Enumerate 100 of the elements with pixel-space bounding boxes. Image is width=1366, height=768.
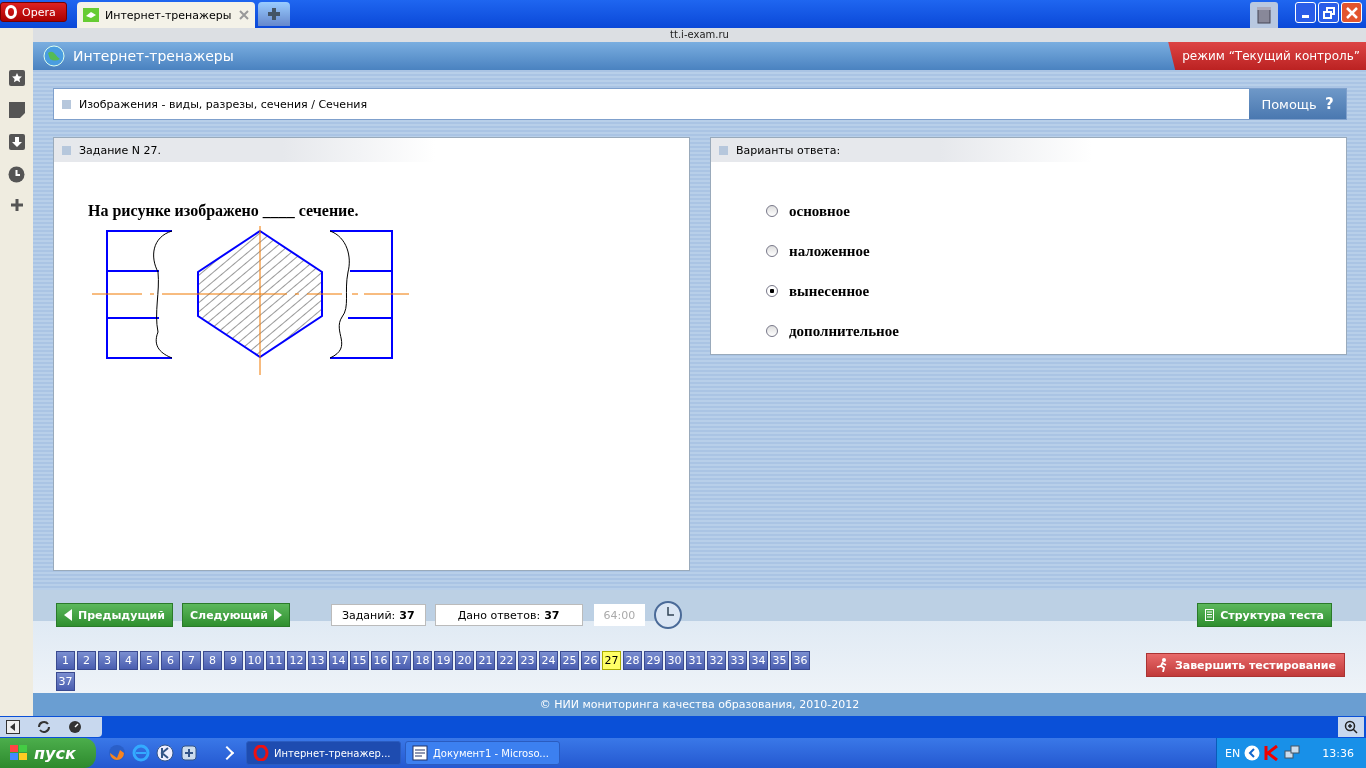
task-number-button[interactable]: 8 <box>203 651 222 670</box>
option-label: вынесенное <box>789 282 870 300</box>
task-number-button[interactable]: 20 <box>455 651 474 670</box>
task-number-button[interactable]: 18 <box>413 651 432 670</box>
task-number-button[interactable]: 4 <box>119 651 138 670</box>
plus-icon[interactable] <box>10 199 23 211</box>
task-number-button[interactable]: 25 <box>560 651 579 670</box>
network-icon[interactable] <box>1284 745 1301 761</box>
document-icon <box>1205 609 1215 621</box>
answer-option[interactable]: наложенное <box>766 241 1346 261</box>
task-number-button[interactable]: 35 <box>770 651 789 670</box>
clock-icon <box>654 601 683 629</box>
task-number-button[interactable]: 5 <box>140 651 159 670</box>
trash-icon <box>1257 6 1271 24</box>
radio-button[interactable] <box>766 245 778 257</box>
zoom-button[interactable] <box>1338 717 1364 737</box>
square-icon <box>62 145 71 155</box>
clock-icon[interactable] <box>8 166 25 183</box>
previous-button[interactable]: Предыдущий <box>56 603 173 627</box>
star-icon[interactable] <box>8 70 25 86</box>
close-icon <box>1345 6 1358 19</box>
speedometer-icon[interactable] <box>68 720 82 734</box>
panel-toggle-icon[interactable] <box>6 720 20 734</box>
task-number-button[interactable]: 11 <box>266 651 285 670</box>
timer-display: 64:00 <box>593 604 646 626</box>
task-number-button[interactable]: 3 <box>98 651 117 670</box>
windows-flag-icon <box>10 745 28 761</box>
next-button[interactable]: Следующий <box>182 603 290 627</box>
task-number-button[interactable]: 28 <box>623 651 642 670</box>
tasks-counter: Заданий: 37 <box>330 604 426 626</box>
minimize-icon <box>1302 15 1309 18</box>
question-text: На рисунке изображено ____ сечение. <box>88 202 360 220</box>
download-icon[interactable] <box>8 134 25 150</box>
clock-text: 13:36 <box>1322 746 1354 760</box>
task-number-button[interactable]: 19 <box>434 651 453 670</box>
task-number-button[interactable]: 1 <box>56 651 75 670</box>
task-number-button[interactable]: 30 <box>665 651 684 670</box>
task-number-button[interactable]: 24 <box>539 651 558 670</box>
language-indicator[interactable]: EN <box>1225 746 1241 760</box>
task-number-button[interactable]: 22 <box>497 651 516 670</box>
task-number-button[interactable]: 21 <box>476 651 495 670</box>
note-icon[interactable] <box>8 102 25 118</box>
answer-option[interactable]: основное <box>766 201 1346 221</box>
task-number-button[interactable]: 26 <box>581 651 600 670</box>
close-window-button[interactable] <box>1341 2 1362 23</box>
task-number-button[interactable]: 14 <box>329 651 348 670</box>
start-button[interactable]: пуск <box>0 738 96 768</box>
square-icon <box>719 145 728 155</box>
task-number-button[interactable]: 23 <box>518 651 537 670</box>
task-number-button[interactable]: 37 <box>56 672 75 691</box>
option-label: основное <box>789 202 850 220</box>
breadcrumb-text: Изображения - виды, разрезы, сечения / Сечения <box>79 97 369 111</box>
close-tab-icon[interactable] <box>239 10 249 20</box>
footer-text: © НИИ мониторинга качества образования, 2010-2012 <box>33 693 1366 716</box>
radio-button[interactable] <box>766 205 778 217</box>
minimize-button[interactable] <box>1295 2 1316 23</box>
task-number-button[interactable]: 2 <box>77 651 96 670</box>
radio-button[interactable] <box>766 325 778 337</box>
task-number-button[interactable]: 29 <box>644 651 663 670</box>
plus-icon <box>267 7 281 21</box>
square-icon <box>62 99 71 109</box>
task-number-button[interactable]: 17 <box>392 651 411 670</box>
taskbar-window-button[interactable]: Документ1 - Microso... <box>405 741 560 765</box>
task-number-button[interactable]: 16 <box>371 651 390 670</box>
task-number-button[interactable]: 34 <box>749 651 768 670</box>
running-person-icon <box>1154 658 1169 672</box>
left-arrow-icon <box>64 609 72 621</box>
help-button[interactable]: Помощь ? <box>1249 89 1346 119</box>
task-number-button[interactable]: 31 <box>686 651 705 670</box>
address-text: tt.i-exam.ru <box>33 28 1366 42</box>
site-title: Интернет-тренажеры <box>73 48 234 64</box>
new-tab-button[interactable] <box>258 2 290 26</box>
answer-option[interactable]: дополнительное <box>766 321 1346 341</box>
answers-title: Варианты ответа: <box>736 143 841 157</box>
trash-button[interactable] <box>1250 2 1278 28</box>
task-number-button[interactable]: 12 <box>287 651 306 670</box>
restore-button[interactable] <box>1318 2 1339 23</box>
radio-button[interactable] <box>766 285 778 297</box>
test-structure-button[interactable]: Структура теста <box>1197 603 1332 627</box>
app-icon[interactable] <box>180 744 198 762</box>
task-number-button[interactable]: 7 <box>182 651 201 670</box>
k-circle-icon[interactable] <box>156 744 174 762</box>
option-label: наложенное <box>789 242 870 260</box>
right-arrow-icon <box>273 609 282 621</box>
reload-icon[interactable] <box>36 720 52 734</box>
task-number-button[interactable]: 27 <box>602 651 621 670</box>
task-number-button[interactable]: 9 <box>224 651 243 670</box>
task-number-button[interactable]: 36 <box>791 651 810 670</box>
task-number-button[interactable]: 33 <box>728 651 747 670</box>
task-number-button[interactable]: 6 <box>161 651 180 670</box>
task-number-button[interactable]: 10 <box>245 651 264 670</box>
task-number-button[interactable]: 13 <box>308 651 327 670</box>
answer-option[interactable]: вынесенное <box>766 281 1346 301</box>
opera-menu-button[interactable]: Opera <box>0 2 67 22</box>
taskbar-window-button[interactable]: Интернет-тренажер... <box>246 741 401 765</box>
site-favicon-icon <box>83 8 99 22</box>
finish-test-button[interactable]: Завершить тестирование <box>1145 653 1345 677</box>
task-number-button[interactable]: 15 <box>350 651 369 670</box>
browser-tab[interactable]: Интернет-тренажеры <box>77 2 255 28</box>
task-number-button[interactable]: 32 <box>707 651 726 670</box>
